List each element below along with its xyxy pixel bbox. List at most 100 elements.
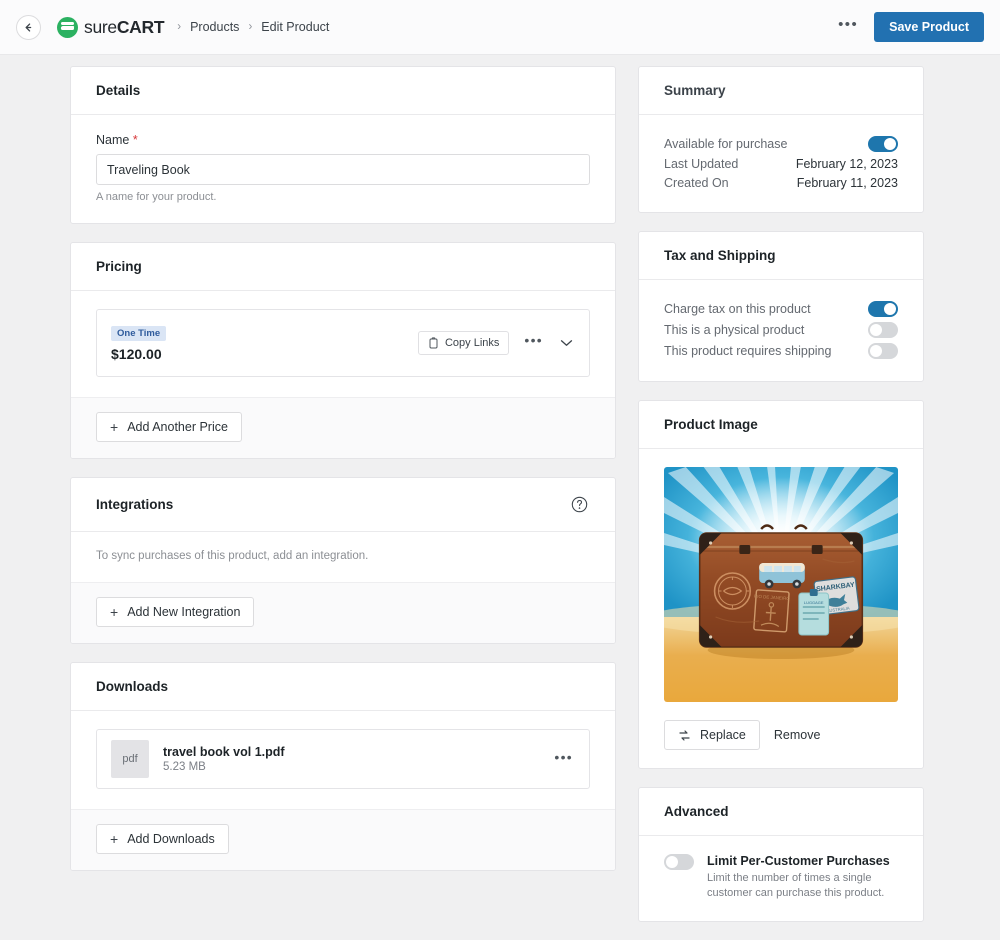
download-file-row[interactable]: pdf travel book vol 1.pdf 5.23 MB ••• [96,729,590,789]
surecart-logo-icon [57,16,78,38]
remove-image-button[interactable]: Remove [774,728,821,742]
name-field-help: A name for your product. [96,191,217,203]
charge-tax-toggle[interactable] [868,300,898,317]
advanced-card-title: Advanced [664,804,729,819]
replace-image-button[interactable]: Replace [664,720,760,750]
integrations-card-footer: + Add New Integration [71,582,615,643]
page-layout: Details Name * A name for your product. … [0,55,1000,940]
product-image-card-header: Product Image [639,401,923,449]
price-amount: $120.00 [111,346,162,362]
downloads-card: Downloads pdf travel book vol 1.pdf 5.23… [70,662,616,871]
available-for-purchase-row: Available for purchase [664,133,898,154]
physical-product-label: This is a physical product [664,322,805,337]
created-on-label: Created On [664,175,729,190]
price-info: One Time $120.00 [111,323,167,362]
more-options-button[interactable]: ••• [836,13,860,41]
price-menu-button[interactable]: ••• [522,331,545,354]
product-image[interactable]: SHARKBAY AUSTRALIA RIO DE JANEIRO LUGGAG… [664,467,898,702]
plus-icon: + [110,604,119,620]
chevron-down-icon [560,339,573,346]
integrations-description: To sync purchases of this product, add a… [96,550,369,562]
last-updated-value: February 12, 2023 [795,156,898,171]
charge-tax-row: Charge tax on this product [664,298,898,319]
question-circle-icon [571,496,588,513]
price-row[interactable]: One Time $120.00 Copy Links ••• [96,309,590,377]
swap-icon [679,729,690,741]
arrow-left-icon [25,22,32,32]
side-column: Summary Available for purchase Last Upda… [638,66,924,940]
advanced-card-header: Advanced [639,788,923,836]
product-image-wrap: SHARKBAY AUSTRALIA RIO DE JANEIRO LUGGAG… [639,449,923,702]
top-bar: sureCART › Products › Edit Product ••• S… [0,0,1000,55]
top-bar-actions: ••• Save Product [836,12,984,42]
last-updated-label: Last Updated [664,156,739,171]
requires-shipping-row: This product requires shipping [664,340,898,361]
limit-per-customer-text: Limit Per-Customer Purchases Limit the n… [707,854,898,901]
breadcrumb: › Products › Edit Product [177,20,329,34]
created-on-value: February 11, 2023 [796,175,898,190]
requires-shipping-toggle[interactable] [868,342,898,359]
name-required-asterisk: * [132,133,138,147]
last-updated-row: Last Updated February 12, 2023 [664,154,898,173]
add-new-integration-button[interactable]: + Add New Integration [96,597,255,627]
created-on-row: Created On February 11, 2023 [664,173,898,192]
add-another-price-label: Add Another Price [127,420,228,434]
pdf-file-icon: pdf [111,740,149,778]
add-another-price-button[interactable]: + Add Another Price [96,412,242,442]
downloads-card-title: Downloads [96,679,169,694]
integrations-card-title: Integrations [96,497,174,512]
pricing-card-body: One Time $120.00 Copy Links ••• [71,291,615,397]
clipboard-icon [429,336,438,348]
download-file-info: travel book vol 1.pdf 5.23 MB [163,745,285,773]
download-file-name: travel book vol 1.pdf [163,745,285,759]
download-menu-button[interactable]: ••• [552,748,575,771]
tax-and-shipping-card-title: Tax and Shipping [664,248,776,263]
breadcrumb-item-edit-product: Edit Product [261,20,330,34]
integrations-card-header: Integrations [71,478,615,532]
name-field-label-text: Name [96,133,130,147]
details-card: Details Name * A name for your product. [70,66,616,224]
price-type-badge: One Time [111,326,167,341]
breadcrumb-item-products[interactable]: Products [190,20,239,34]
details-card-header: Details [71,67,615,115]
physical-product-toggle[interactable] [868,321,898,338]
limit-per-customer-toggle[interactable] [664,854,694,870]
pricing-card-footer: + Add Another Price [71,397,615,458]
product-image-card: Product Image SHARKBAY AUSTRALIA RIO DE … [638,400,924,769]
tax-and-shipping-card-header: Tax and Shipping [639,232,923,280]
advanced-card-body: Limit Per-Customer Purchases Limit the n… [639,836,923,921]
copy-links-button[interactable]: Copy Links [417,330,510,355]
downloads-card-footer: + Add Downloads [71,809,615,870]
back-button[interactable] [16,14,41,40]
advanced-card: Advanced Limit Per-Customer Purchases Li… [638,787,924,922]
main-column: Details Name * A name for your product. … [70,66,616,889]
price-expand-button[interactable] [558,337,575,349]
add-downloads-button[interactable]: + Add Downloads [96,824,229,854]
summary-card-body: Available for purchase Last Updated Febr… [639,115,923,212]
integrations-help-button[interactable] [569,494,590,515]
downloads-card-body: pdf travel book vol 1.pdf 5.23 MB ••• [71,711,615,809]
downloads-card-header: Downloads [71,663,615,711]
name-input[interactable] [96,154,590,185]
summary-card-title: Summary [664,83,726,98]
brand-logo[interactable]: sureCART [57,16,165,38]
details-card-body: Name * A name for your product. [71,115,615,223]
pricing-card-title: Pricing [96,259,142,274]
available-for-purchase-label: Available for purchase [664,136,788,151]
tax-and-shipping-card: Tax and Shipping Charge tax on this prod… [638,231,924,382]
price-row-actions: Copy Links ••• [417,330,575,355]
add-new-integration-label: Add New Integration [127,605,241,619]
available-for-purchase-toggle[interactable] [868,135,898,152]
save-product-button[interactable]: Save Product [874,12,984,42]
summary-card-header: Summary [639,67,923,115]
pricing-card-header: Pricing [71,243,615,291]
brand-wordmark: sureCART [84,16,165,38]
product-image-card-title: Product Image [664,417,758,432]
integrations-card: Integrations To sync purchases of this p… [70,477,616,644]
requires-shipping-label: This product requires shipping [664,343,832,358]
brand-wordmark-cart: CART [116,16,165,37]
limit-per-customer-description: Limit the number of times a single custo… [707,872,885,899]
replace-image-label: Replace [700,728,746,742]
breadcrumb-separator-1: › [177,21,182,33]
brand-wordmark-sure: sure [84,16,117,37]
